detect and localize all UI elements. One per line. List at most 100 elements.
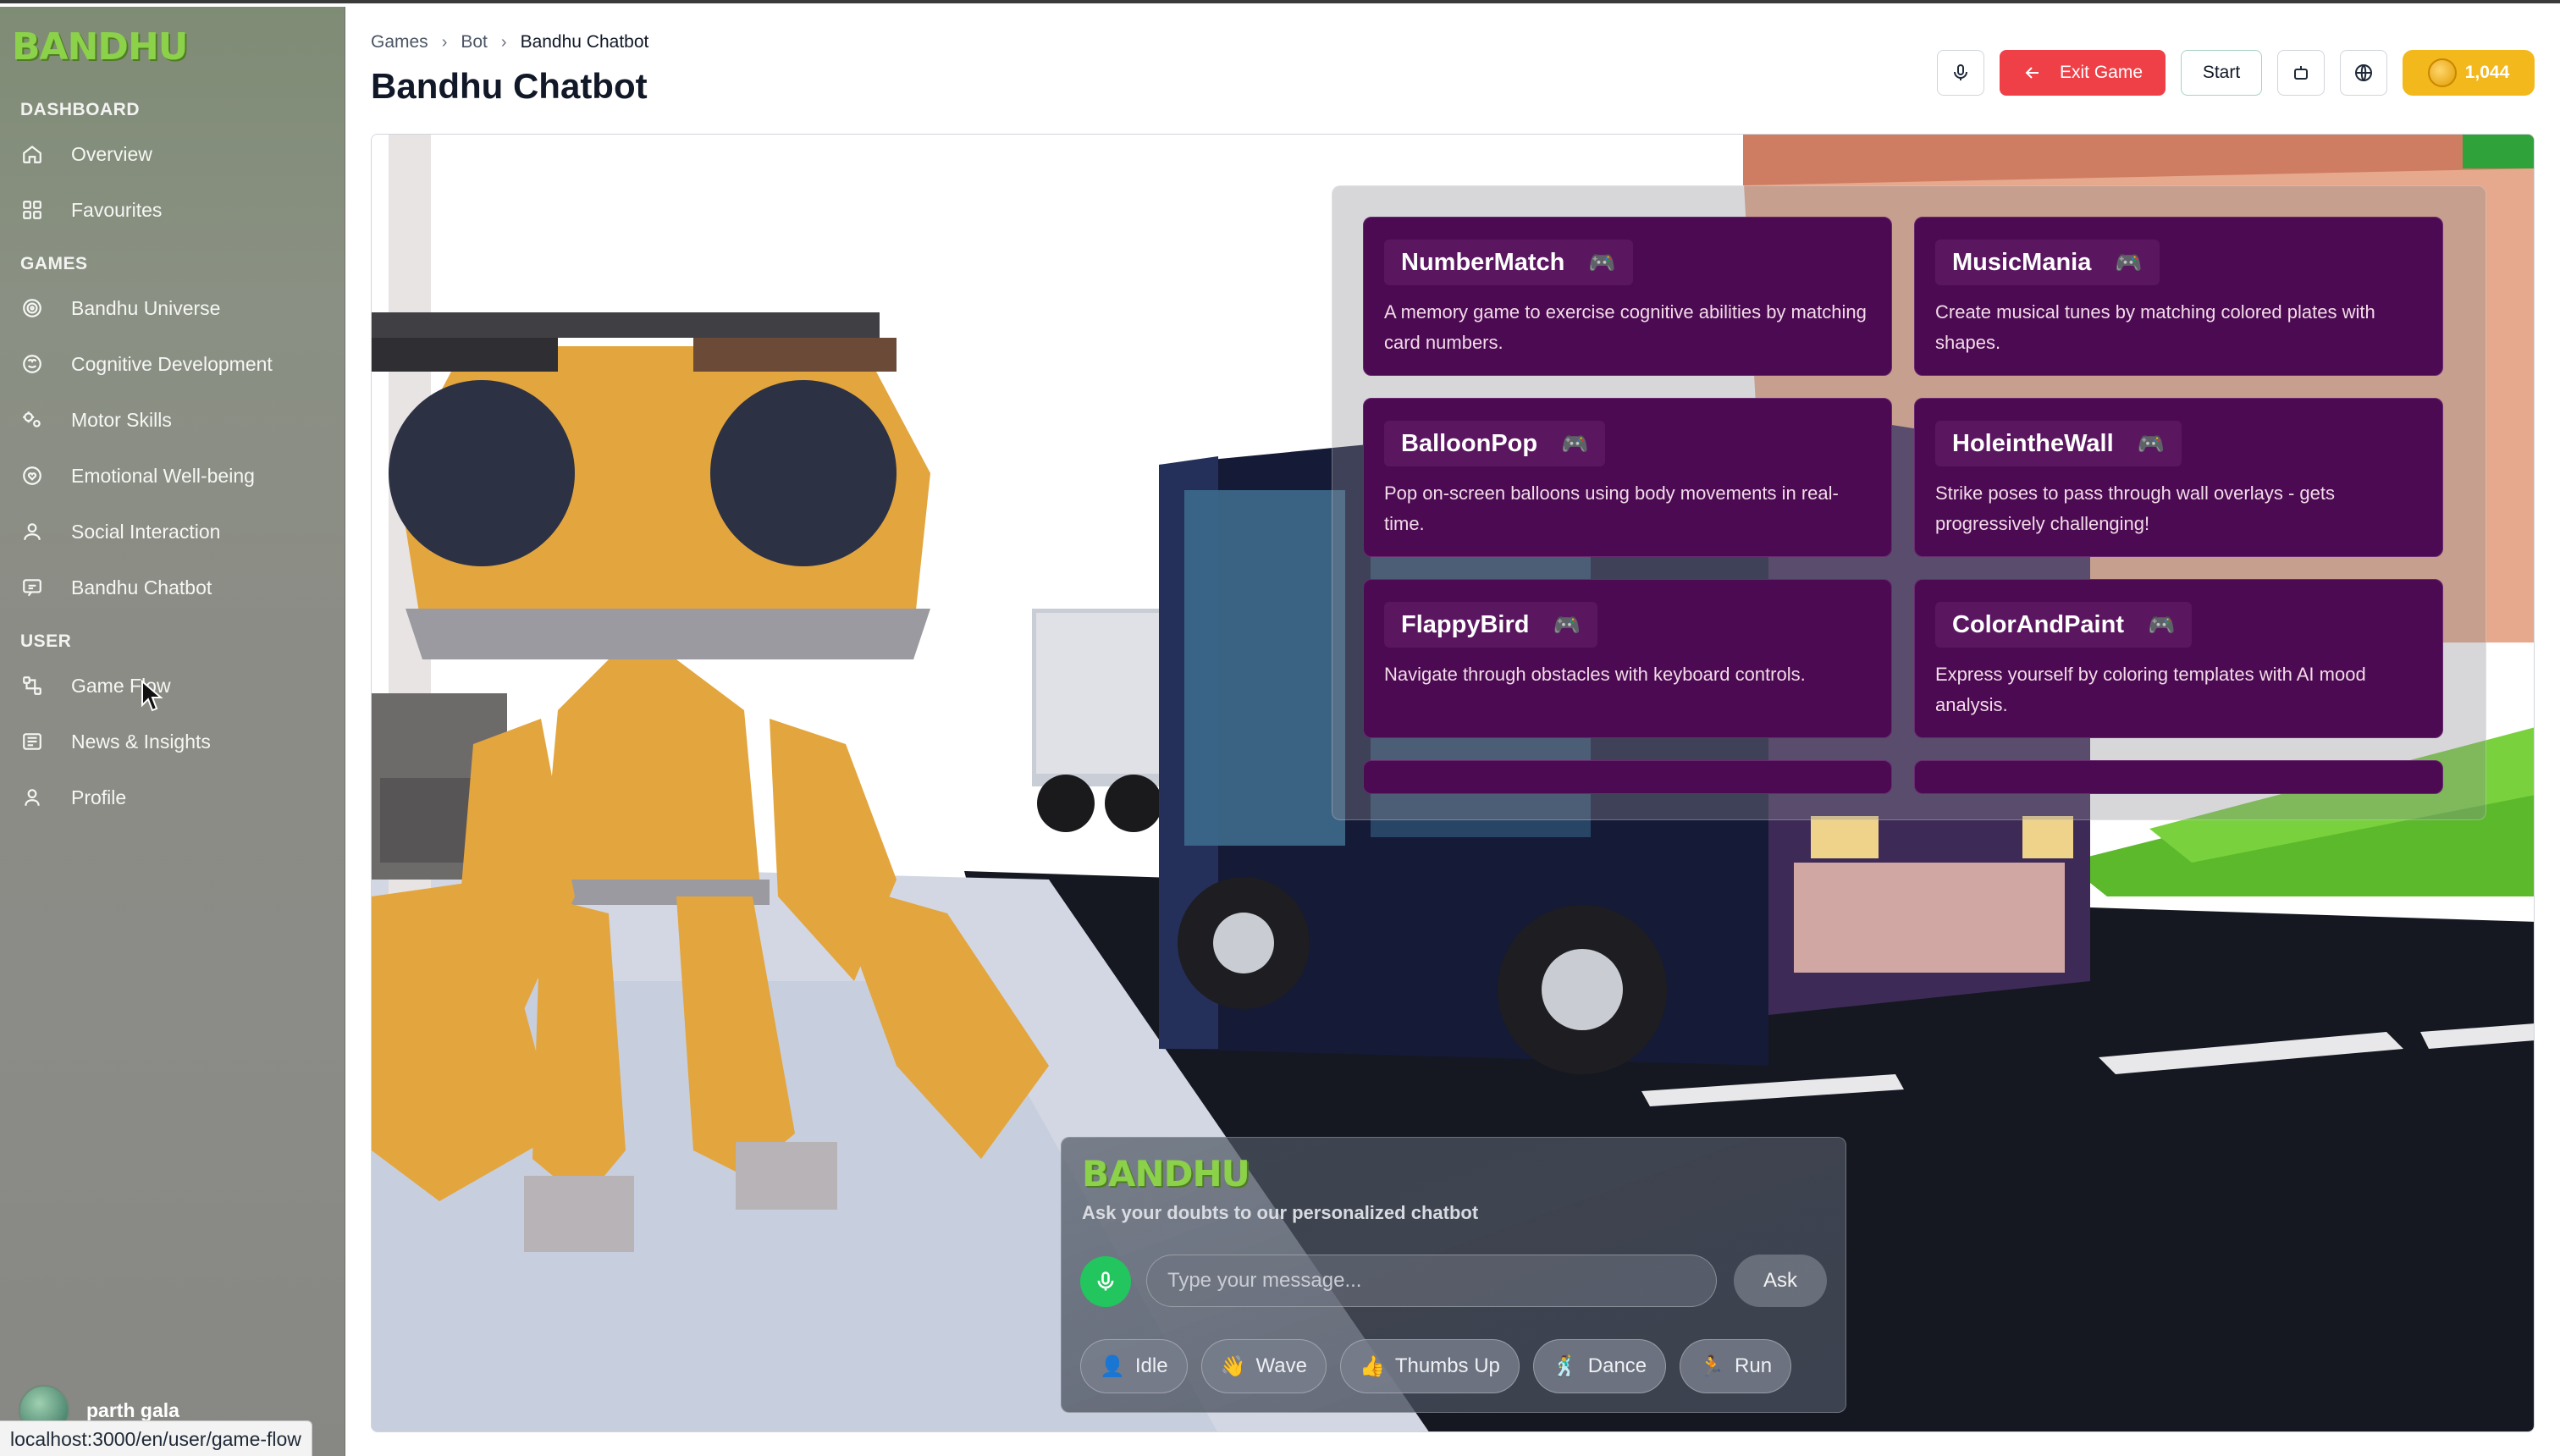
game-name-chip: MusicMania 🎮 (1935, 240, 2160, 285)
microphone-button[interactable] (1937, 50, 1984, 96)
animation-actions: 👤 Idle 👋 Wave 👍 Thumbs Up 🕺 Dance 🏃 Run (1080, 1339, 1792, 1393)
sidebar-item-label: Bandhu Chatbot (71, 576, 212, 598)
start-button[interactable]: Start (2181, 50, 2262, 96)
sidebar-item-emotional-well-being[interactable]: Emotional Well-being (20, 454, 334, 498)
gamepad-icon: 🎮 (1561, 430, 1589, 456)
game-name: FlappyBird (1401, 610, 1530, 638)
action-thumbs-up-button[interactable]: 👍 Thumbs Up (1339, 1339, 1520, 1393)
game-description: Create musical tunes by matching colored… (1935, 301, 2375, 353)
arrow-left-icon (2025, 67, 2039, 79)
sidebar-item-bandhu-universe[interactable]: Bandhu Universe (20, 286, 334, 330)
chatbot-logo: BANDHU (1082, 1153, 1250, 1194)
brain-icon (20, 352, 44, 376)
coin-icon (2427, 58, 2457, 87)
microphone-icon (1954, 64, 1967, 80)
sidebar-item-game-flow[interactable]: Game Flow (20, 664, 334, 708)
sidebar-item-label: Cognitive Development (71, 352, 273, 375)
toolbar: Exit Game Start 1,044 (1937, 49, 2535, 97)
chat-microphone-button[interactable] (1080, 1256, 1131, 1307)
user-icon (20, 786, 44, 809)
gamepad-icon: 🎮 (1588, 249, 1616, 275)
target-icon (20, 296, 44, 320)
exit-game-label: Exit Game (2059, 63, 2143, 82)
games-panel: NumberMatch 🎮 A memory game to exercise … (1332, 185, 2486, 820)
sidebar-item-label: Bandhu Universe (71, 296, 221, 319)
breadcrumb-item-games[interactable]: Games (371, 32, 428, 52)
section-label-user: USER (20, 631, 72, 651)
microphone-icon (1097, 1271, 1114, 1291)
game-card-holeinthewall[interactable]: HoleintheWall 🎮 Strike poses to pass thr… (1914, 398, 2443, 557)
sidebar-item-label: Profile (71, 786, 127, 808)
language-button[interactable] (2340, 50, 2387, 96)
game-card-partial[interactable] (1914, 760, 2443, 794)
gamepad-icon: 🎮 (1553, 611, 1581, 637)
sidebar-item-social-interaction[interactable]: Social Interaction (20, 510, 334, 554)
game-name-chip: NumberMatch 🎮 (1384, 240, 1633, 285)
action-label: Thumbs Up (1394, 1354, 1500, 1377)
game-card-partial[interactable] (1363, 760, 1892, 794)
breadcrumb-item-bot[interactable]: Bot (461, 32, 488, 52)
mouse-cursor-icon (141, 680, 163, 712)
section-label-dashboard: DASHBOARD (20, 100, 140, 119)
action-label: Dance (1587, 1354, 1647, 1377)
action-label: Run (1735, 1354, 1773, 1377)
sidebar-item-favourites[interactable]: Favourites (20, 188, 334, 232)
dance-icon: 🕺 (1552, 1354, 1578, 1378)
sidebar-item-profile[interactable]: Profile (20, 775, 334, 819)
sidebar-logo[interactable]: BANDHU (12, 25, 188, 69)
action-idle-button[interactable]: 👤 Idle (1080, 1339, 1188, 1393)
sidebar-item-label: Emotional Well-being (71, 464, 255, 487)
robot-icon (2294, 66, 2308, 80)
heart-circle-icon (20, 464, 44, 488)
action-run-button[interactable]: 🏃 Run (1680, 1339, 1792, 1393)
game-card-flappybird[interactable]: FlappyBird 🎮 Navigate through obstacles … (1363, 579, 1892, 738)
sidebar-item-label: Overview (71, 142, 152, 165)
ask-button[interactable]: Ask (1734, 1255, 1827, 1307)
game-viewport[interactable]: NumberMatch 🎮 A memory game to exercise … (371, 134, 2535, 1432)
action-label: Idle (1134, 1354, 1168, 1377)
game-grid: NumberMatch 🎮 A memory game to exercise … (1363, 217, 2443, 794)
game-card-colorandpaint[interactable]: ColorAndPaint 🎮 Express yourself by colo… (1914, 579, 2443, 738)
action-wave-button[interactable]: 👋 Wave (1200, 1339, 1327, 1393)
game-name: MusicMania (1952, 248, 2092, 276)
sidebar-item-label: Favourites (71, 198, 163, 221)
gears-icon (20, 408, 44, 432)
game-description: Navigate through obstacles with keyboard… (1384, 664, 1806, 685)
page-title: Bandhu Chatbot (371, 66, 648, 106)
chat-icon (20, 576, 44, 599)
sidebar-item-cognitive-development[interactable]: Cognitive Development (20, 342, 334, 386)
sidebar-item-news-insights[interactable]: News & Insights (20, 720, 334, 764)
flow-icon (20, 674, 44, 698)
action-dance-button[interactable]: 🕺 Dance (1532, 1339, 1667, 1393)
sidebar-item-bandhu-chatbot[interactable]: Bandhu Chatbot (20, 565, 334, 609)
breadcrumb: Games › Bot › Bandhu Chatbot (371, 32, 648, 52)
coins-badge[interactable]: 1,044 (2403, 50, 2535, 96)
gamepad-icon: 🎮 (2137, 430, 2166, 456)
users-icon (20, 520, 44, 543)
gamepad-icon: 🎮 (2148, 611, 2176, 637)
run-icon: 🏃 (1699, 1354, 1725, 1378)
exit-game-button[interactable]: Exit Game (2000, 50, 2166, 96)
game-name-chip: ColorAndPaint 🎮 (1935, 602, 2193, 648)
sidebar-item-overview[interactable]: Overview (20, 132, 334, 176)
home-icon (20, 142, 44, 166)
news-icon (20, 730, 44, 753)
start-label: Start (2202, 63, 2241, 82)
game-description: Pop on-screen balloons using body moveme… (1384, 483, 1839, 534)
chat-message-input[interactable] (1146, 1255, 1717, 1307)
game-description: A memory game to exercise cognitive abil… (1384, 301, 1867, 353)
sidebar-item-label: News & Insights (71, 730, 211, 753)
game-card-numbermatch[interactable]: NumberMatch 🎮 A memory game to exercise … (1363, 217, 1892, 376)
game-name: BalloonPop (1401, 429, 1538, 457)
game-name: ColorAndPaint (1952, 610, 2124, 638)
person-icon: 👤 (1100, 1354, 1125, 1378)
game-name-chip: HoleintheWall 🎮 (1935, 421, 2182, 466)
grid-icon (20, 198, 44, 222)
section-label-games: GAMES (20, 254, 88, 273)
game-card-musicmania[interactable]: MusicMania 🎮 Create musical tunes by mat… (1914, 217, 2443, 376)
game-description: Strike poses to pass through wall overla… (1935, 483, 2336, 534)
bot-button[interactable] (2277, 50, 2325, 96)
sidebar-item-motor-skills[interactable]: Motor Skills (20, 398, 334, 442)
game-description: Express yourself by coloring templates w… (1935, 664, 2366, 715)
game-card-balloonpop[interactable]: BalloonPop 🎮 Pop on-screen balloons usin… (1363, 398, 1892, 557)
